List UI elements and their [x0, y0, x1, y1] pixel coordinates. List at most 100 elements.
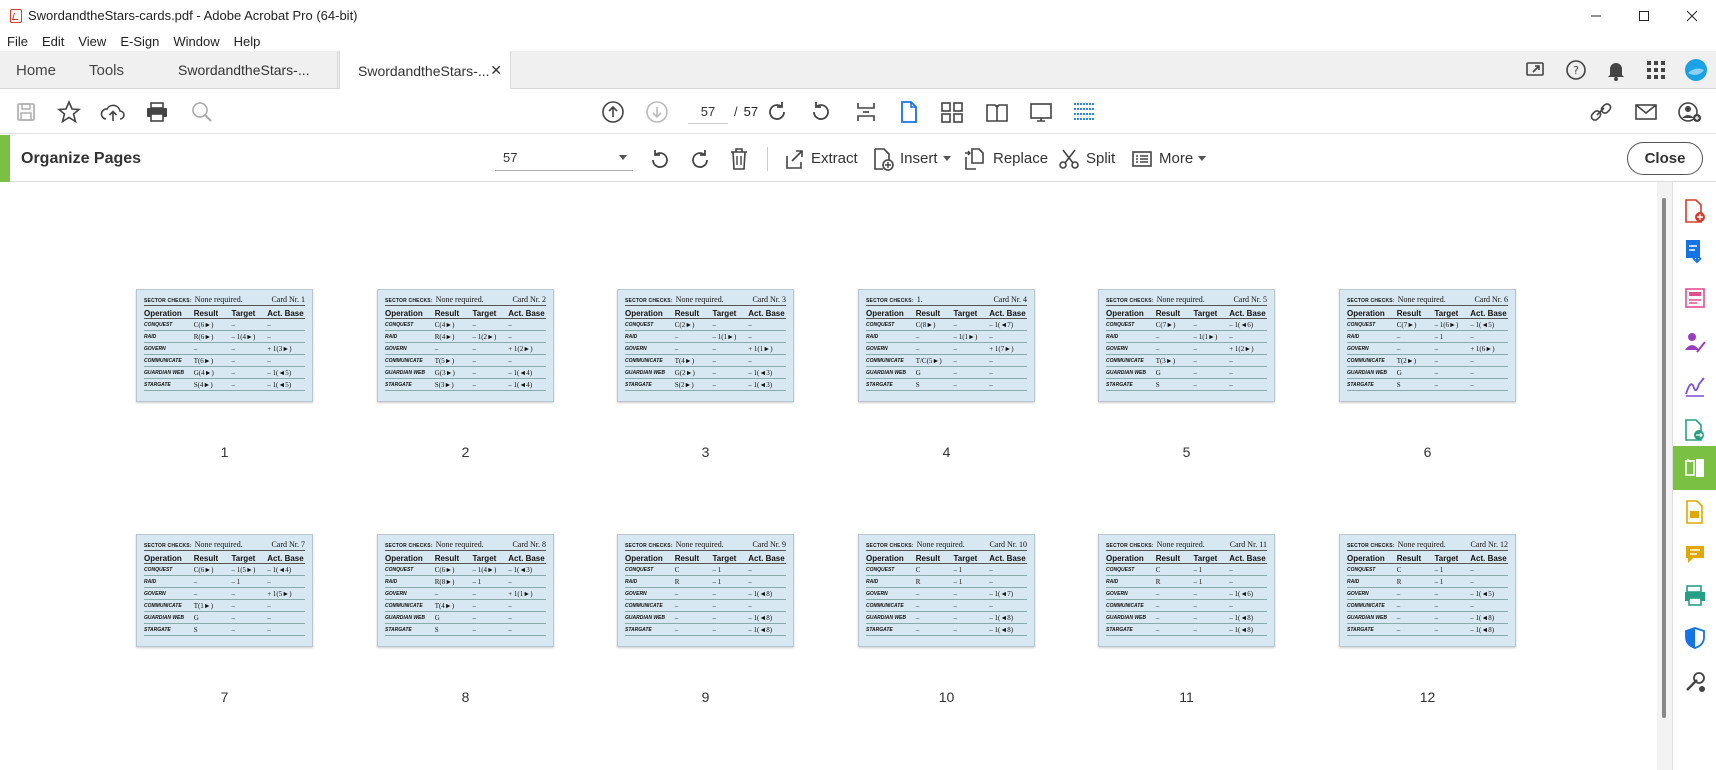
more-button[interactable]: More — [1131, 135, 1207, 182]
menu-window[interactable]: Window — [166, 34, 226, 49]
help-icon[interactable]: ? — [1556, 51, 1596, 89]
total-pages: 57 — [743, 104, 759, 119]
more-tools-icon[interactable] — [1673, 660, 1716, 704]
menu-help[interactable]: Help — [227, 34, 268, 49]
menu-file[interactable]: File — [0, 34, 35, 49]
request-signature-icon[interactable] — [1673, 320, 1716, 364]
card-cell: – 1(◄4) — [267, 565, 292, 574]
page-thumbnail[interactable]: SECTOR CHECKS: None required. Card Nr. 9 Op… — [617, 534, 794, 647]
minimize-icon[interactable] — [1572, 0, 1620, 31]
window-title: SwordandtheStars-cards.pdf - Adobe Acrob… — [28, 8, 358, 23]
page-thumbnail[interactable]: SECTOR CHECKS: None required. Card Nr. 1 Op… — [136, 289, 313, 402]
menu-view[interactable]: View — [71, 34, 113, 49]
scrolling-mode-icon[interactable] — [848, 89, 884, 134]
close-tab-icon[interactable]: ✕ — [490, 62, 502, 79]
page-thumbnail[interactable]: SECTOR CHECKS: None required. Card Nr. 7 Op… — [136, 534, 313, 647]
print-production-icon[interactable] — [1673, 574, 1716, 618]
rotate-left-pages-icon[interactable] — [648, 135, 678, 182]
card-number: Card Nr. 12 — [1470, 540, 1508, 549]
page-thumbnail[interactable]: SECTOR CHECKS: None required. Card Nr. 3 Op… — [617, 289, 794, 402]
bell-icon[interactable] — [1596, 51, 1636, 89]
previous-page-icon[interactable] — [595, 89, 631, 134]
replace-button[interactable]: Replace — [963, 135, 1048, 182]
card-cell: – — [472, 613, 476, 622]
page-thumbnail[interactable]: SECTOR CHECKS: None required. Card Nr. 8 Op… — [377, 534, 554, 647]
organize-pages-toolbar: Organize Pages 57 Extract Insert Replace… — [0, 135, 1716, 182]
chevron-down-icon — [619, 155, 627, 160]
card-cell: – — [193, 589, 198, 598]
next-page-icon[interactable] — [639, 89, 675, 134]
zoom-search-icon[interactable] — [184, 89, 220, 134]
card-column-header: Operation — [144, 554, 182, 563]
card-row: RAID R – 1 – — [866, 576, 1027, 588]
star-icon[interactable] — [51, 89, 87, 134]
card-cell: – — [231, 344, 235, 353]
protect-shield-icon[interactable] — [1673, 616, 1716, 660]
user-avatar-icon[interactable] — [1676, 51, 1716, 89]
tab-document-1[interactable]: SwordandtheStars-... — [160, 51, 338, 89]
share-screen-icon[interactable] — [1516, 51, 1556, 89]
save-icon[interactable] — [8, 89, 44, 134]
fill-and-sign-icon[interactable] — [1673, 364, 1716, 408]
page-thumbnail[interactable]: SECTOR CHECKS: None required. Card Nr. 5 Op… — [1098, 289, 1275, 402]
card-cell: – — [748, 601, 752, 610]
tab-document-2[interactable]: SwordandtheStars-... ✕ — [339, 51, 511, 90]
card-row: COMMUNICATE T(4►) – – — [625, 355, 786, 367]
create-pdf-icon[interactable] — [1673, 189, 1716, 233]
menu-edit[interactable]: Edit — [35, 34, 71, 49]
card-cell: – 1(5►) — [231, 565, 256, 574]
organize-pages-tool-icon[interactable] — [1673, 446, 1716, 490]
delete-pages-icon[interactable] — [728, 135, 756, 182]
scan-ocr-icon[interactable] — [1673, 490, 1716, 534]
rotate-right-pages-icon[interactable] — [688, 135, 718, 182]
split-label: Split — [1086, 150, 1116, 167]
email-icon[interactable] — [1628, 89, 1664, 134]
card-cell: – 1(◄3) — [748, 380, 773, 389]
card-cell: – — [1229, 380, 1233, 389]
upload-cloud-icon[interactable] — [95, 89, 131, 134]
close-window-icon[interactable] — [1668, 0, 1716, 31]
card-column-header: Act. Base — [1229, 554, 1266, 563]
page-range-select[interactable]: 57 — [495, 145, 633, 171]
export-pdf-icon[interactable] — [1673, 229, 1716, 273]
card-cell: – — [953, 380, 957, 389]
two-page-scrolling-icon[interactable] — [934, 89, 970, 134]
card-cell: – — [915, 601, 920, 610]
edit-pdf-icon[interactable] — [1673, 276, 1716, 320]
presentation-mode-icon[interactable] — [1023, 89, 1059, 134]
share-link-icon[interactable] — [1584, 89, 1620, 134]
extract-button[interactable]: Extract — [783, 135, 858, 182]
card-cell: – — [1470, 577, 1474, 586]
apps-grid-icon[interactable] — [1636, 51, 1676, 89]
menu-esign[interactable]: E-Sign — [113, 34, 166, 49]
insert-button[interactable]: Insert — [872, 135, 951, 182]
card-cell: S — [1155, 380, 1160, 389]
page-number-input[interactable] — [688, 99, 728, 124]
comment-icon[interactable] — [1673, 532, 1716, 576]
tab-home[interactable]: Home — [16, 51, 56, 89]
page-number-label: 8 — [461, 689, 470, 705]
page-thumbnail[interactable]: SECTOR CHECKS: None required. Card Nr. 12 O… — [1339, 534, 1516, 647]
page-thumbnail[interactable]: SECTOR CHECKS: None required. Card Nr. 11 O… — [1098, 534, 1275, 647]
page-thumbnail[interactable]: SECTOR CHECKS: None required. Card Nr. 2 Op… — [377, 289, 554, 402]
card-column-header: Act. Base — [1229, 309, 1266, 318]
tab-tools[interactable]: Tools — [89, 51, 124, 89]
card-column-header: Target — [231, 309, 256, 318]
single-page-icon[interactable] — [891, 89, 927, 134]
page-thumbnail[interactable]: SECTOR CHECKS: None required. Card Nr. 10 O… — [858, 534, 1035, 647]
close-tool-button[interactable]: Close — [1627, 142, 1703, 175]
rotate-counterclockwise-icon[interactable] — [803, 89, 839, 134]
maximize-icon[interactable] — [1620, 0, 1668, 31]
card-cell: – — [953, 613, 957, 622]
two-page-view-icon[interactable] — [979, 89, 1015, 134]
card-cell: – — [1434, 625, 1438, 634]
card-cell: – 1 — [712, 565, 722, 574]
page-thumbnail[interactable]: SECTOR CHECKS: 1. Card Nr. 4 Operation Resul… — [858, 289, 1035, 402]
split-button[interactable]: Split — [1058, 135, 1115, 182]
print-icon[interactable] — [139, 89, 175, 134]
rotate-clockwise-icon[interactable] — [759, 89, 795, 134]
add-user-share-icon[interactable] — [1672, 89, 1708, 134]
page-thumbnail[interactable]: SECTOR CHECKS: None required. Card Nr. 6 Op… — [1339, 289, 1516, 402]
reading-mode-icon[interactable] — [1066, 89, 1102, 134]
scrollbar-thumb[interactable] — [1662, 198, 1666, 718]
